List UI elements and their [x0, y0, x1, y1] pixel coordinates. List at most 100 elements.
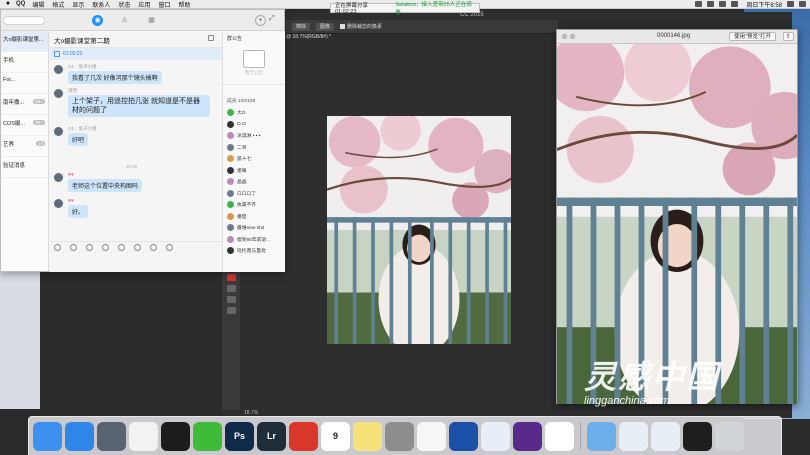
canvas-photo[interactable] — [327, 116, 511, 344]
member-item[interactable]: 冰淇淋 ▪ ▪ ▪ — [223, 130, 285, 142]
launchpad-icon[interactable] — [97, 421, 126, 451]
member-item[interactable]: 傻到80年前退… — [223, 234, 285, 246]
bell-icon[interactable] — [166, 244, 173, 251]
foreground-color-swatch[interactable] — [226, 274, 236, 281]
photos-icon[interactable] — [417, 421, 446, 451]
menu-format[interactable]: 格式 — [52, 0, 64, 9]
chat-info-icon[interactable] — [208, 35, 214, 41]
apps-tab-icon[interactable]: ▦ — [146, 15, 157, 26]
menu-window[interactable]: 窗口 — [158, 0, 170, 9]
notes-icon[interactable] — [353, 421, 382, 451]
member-item[interactable]: 狐十七 — [223, 153, 285, 165]
phone-icon[interactable] — [134, 244, 141, 251]
menu-apps[interactable]: 应用 — [138, 0, 150, 9]
list-item[interactable]: 艺界 19 — [1, 136, 48, 157]
close-icon[interactable] — [562, 34, 567, 39]
menu-edit[interactable]: 编辑 — [32, 0, 44, 9]
dock: Ps Lr 9 — [28, 416, 782, 455]
watermark: 灵感中国 lingganchina.com — [584, 352, 720, 407]
history-icon[interactable] — [150, 244, 157, 251]
battery-icon[interactable] — [731, 1, 739, 7]
photoshop-icon[interactable]: Ps — [225, 421, 254, 451]
avatar[interactable] — [54, 173, 63, 182]
avatar[interactable] — [54, 89, 63, 98]
open-with-preview-button[interactable]: 使用"预览"打开 — [729, 32, 776, 41]
screen-share-banner[interactable]: 正在屏幕分享 01:02:23 Salakins，接入宽带25人正在观看 — [330, 2, 480, 16]
safari-icon[interactable] — [65, 421, 94, 451]
feishu-icon[interactable] — [481, 421, 510, 451]
member-item[interactable]: O.O — [223, 119, 285, 131]
search-icon[interactable] — [787, 1, 794, 7]
tool-icon[interactable] — [226, 307, 236, 314]
member-item[interactable]: 最谁new shit — [223, 222, 285, 234]
pinned-share-bar[interactable]: 01:02:23 — [50, 48, 222, 60]
list-item[interactable]: 大o摄影课堂第... — [1, 31, 48, 52]
document-tab[interactable]: @ 18.7%(RGB/8#) * — [286, 34, 331, 40]
downloads-folder-icon[interactable] — [587, 421, 616, 451]
member-item[interactable]: 玩托而与量亮 — [223, 245, 285, 257]
avatar[interactable] — [54, 127, 63, 136]
resize-icon[interactable]: ⤢ — [269, 15, 275, 23]
search-input[interactable] — [3, 16, 45, 25]
screen-icon[interactable] — [102, 244, 109, 251]
menu-contacts[interactable]: 联系人 — [92, 0, 110, 9]
share-icon[interactable]: ⇧ — [783, 32, 794, 41]
add-icon[interactable]: + — [255, 15, 266, 26]
avatar[interactable] — [54, 65, 63, 74]
minimize-icon[interactable] — [570, 34, 575, 39]
image-button[interactable]: 图像 — [316, 22, 335, 31]
menu-status[interactable]: 状态 — [118, 0, 130, 9]
microphone-icon[interactable] — [118, 244, 125, 251]
list-item[interactable]: 验证消息 — [1, 157, 48, 178]
terminal-stack-icon[interactable] — [683, 421, 712, 451]
member-item[interactable]: 大O — [223, 107, 285, 119]
contacts-tab-icon[interactable]: ♙ — [119, 15, 130, 26]
preview-window[interactable]: 0000146.jpg 使用"预览"打开 ⇧ — [556, 29, 798, 404]
delete-cropped-checkbox[interactable]: 删除裁剪的像素 — [340, 23, 382, 30]
system-preferences-icon[interactable] — [385, 421, 414, 451]
member-item[interactable]: 晶晶 — [223, 176, 285, 188]
list-item[interactable]: 手机 — [1, 52, 48, 73]
preview-filename: 0000146.jpg — [657, 33, 691, 39]
screenshot-1-icon[interactable] — [619, 421, 648, 451]
finder-icon[interactable] — [33, 421, 62, 451]
scissors-icon[interactable] — [70, 244, 77, 251]
tool-icon[interactable] — [226, 285, 236, 292]
wifi-icon[interactable] — [707, 1, 715, 7]
clock[interactable]: 周日下午8:58 — [746, 0, 782, 9]
member-item[interactable]: ロロロ了 — [223, 188, 285, 200]
menu-view[interactable]: 显示 — [72, 0, 84, 9]
emoji-icon[interactable] — [54, 244, 61, 251]
quicktime-icon[interactable] — [449, 421, 478, 451]
baidu-netdisk-icon[interactable] — [545, 421, 574, 451]
menu-list-icon[interactable] — [799, 1, 806, 7]
list-item[interactable]: COS摄... 99+ — [1, 115, 48, 136]
list-item[interactable]: Foi... — [1, 73, 48, 94]
screenshot-2-icon[interactable] — [651, 421, 680, 451]
media-player-icon[interactable] — [513, 421, 542, 451]
folder-icon[interactable] — [86, 244, 93, 251]
avatar[interactable] — [54, 199, 63, 208]
member-item[interactable]: 墨嘛 — [223, 165, 285, 177]
trash-icon[interactable] — [715, 421, 744, 451]
tool-icon[interactable] — [226, 296, 236, 303]
member-item[interactable]: 番茄 — [223, 211, 285, 223]
qq-window[interactable]: ◉ ♙ ▦ + ⤢ 大o摄影课堂第... 手机 Foi... 南年撒... 99+… — [0, 9, 285, 272]
member-item[interactable]: 执美不齐 — [223, 199, 285, 211]
preview-titlebar[interactable]: 0000146.jpg 使用"预览"打开 ⇧ — [557, 30, 797, 44]
status-icon[interactable] — [695, 1, 703, 7]
qq-icon[interactable] — [161, 421, 190, 451]
reminders-icon[interactable] — [129, 421, 158, 451]
menu-app-name[interactable]: QQ — [16, 1, 25, 7]
calendar-icon[interactable]: 9 — [321, 421, 350, 451]
list-item[interactable]: 南年撒... 99+ — [1, 94, 48, 115]
member-item[interactable]: 二爷 — [223, 142, 285, 154]
lightroom-icon[interactable]: Lr — [257, 421, 286, 451]
wechat-icon[interactable] — [193, 421, 222, 451]
menu-help[interactable]: 帮助 — [178, 0, 190, 9]
volume-icon[interactable] — [719, 1, 727, 7]
netease-music-icon[interactable] — [289, 421, 318, 451]
erase-button[interactable]: 擦除 — [292, 22, 311, 31]
messages-tab-icon[interactable]: ◉ — [92, 15, 103, 26]
apple-icon[interactable]: ● — [4, 0, 12, 8]
